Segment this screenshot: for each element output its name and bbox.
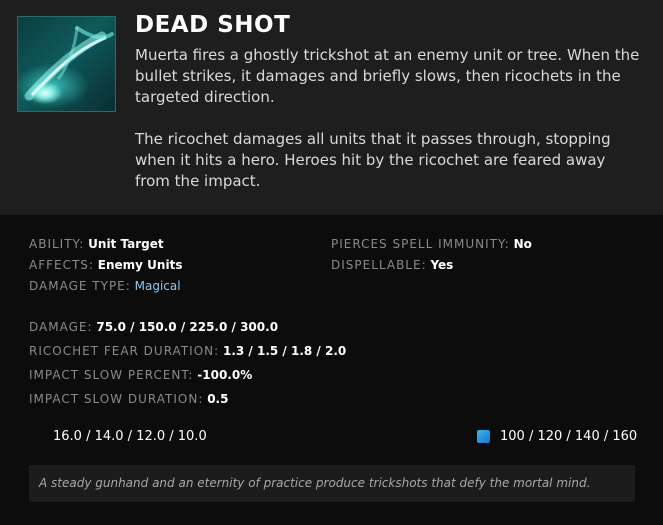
ability-header: DEAD SHOT Muerta fires a ghostly tricksh… xyxy=(0,0,663,215)
attribute-label: DAMAGE: xyxy=(29,320,93,334)
attribute-value: -100.0% xyxy=(197,368,253,382)
dispellable-row: DISPELLABLE: Yes xyxy=(331,257,453,273)
description-paragraph: Muerta fires a ghostly trickshot at an e… xyxy=(135,46,640,106)
damage-type-label: DAMAGE TYPE: xyxy=(29,279,131,293)
ability-tooltip: DEAD SHOT Muerta fires a ghostly tricksh… xyxy=(0,0,663,525)
affects-value: Enemy Units xyxy=(97,258,183,272)
ability-behavior-row: ABILITY: Unit Target xyxy=(29,236,164,252)
mana-cost: 100 / 120 / 140 / 160 xyxy=(477,429,637,444)
ability-behavior-label: ABILITY: xyxy=(29,237,85,251)
ghost-bullet-trail xyxy=(24,26,114,101)
mana-icon xyxy=(477,430,490,443)
affects-label: AFFECTS: xyxy=(29,258,94,272)
ability-title: DEAD SHOT xyxy=(135,12,291,38)
attribute-value: 0.5 xyxy=(207,392,229,406)
cooldown-value: 16.0 / 14.0 / 12.0 / 10.0 xyxy=(53,429,207,444)
ability-description: Muerta fires a ghostly trickshot at an e… xyxy=(135,45,640,192)
dispellable-label: DISPELLABLE: xyxy=(331,258,427,272)
damage-type-value: Magical xyxy=(134,279,181,293)
attribute-row-slow-duration: IMPACT SLOW DURATION: 0.5 xyxy=(29,391,228,407)
attribute-label: IMPACT SLOW PERCENT: xyxy=(29,368,194,382)
damage-type-row: DAMAGE TYPE: Magical xyxy=(29,278,181,294)
attribute-row-slow-percent: IMPACT SLOW PERCENT: -100.0% xyxy=(29,367,252,383)
dispellable-value: Yes xyxy=(430,258,454,272)
ability-behavior-value: Unit Target xyxy=(88,237,164,251)
affects-row: AFFECTS: Enemy Units xyxy=(29,257,182,273)
attribute-row-fear-duration: RICOCHET FEAR DURATION: 1.3 / 1.5 / 1.8 … xyxy=(29,343,346,359)
spell-immunity-row: PIERCES SPELL IMMUNITY: No xyxy=(331,236,532,252)
spell-immunity-value: No xyxy=(513,237,532,251)
dead-shot-icon xyxy=(17,16,116,112)
description-paragraph: The ricochet damages all units that it p… xyxy=(135,130,611,190)
attribute-label: RICOCHET FEAR DURATION: xyxy=(29,344,220,358)
mana-cost-value: 100 / 120 / 140 / 160 xyxy=(500,429,638,444)
attribute-row-damage: DAMAGE: 75.0 / 150.0 / 225.0 / 300.0 xyxy=(29,319,278,335)
attribute-label: IMPACT SLOW DURATION: xyxy=(29,392,204,406)
attribute-value: 75.0 / 150.0 / 225.0 / 300.0 xyxy=(96,320,279,334)
attribute-value: 1.3 / 1.5 / 1.8 / 2.0 xyxy=(223,344,347,358)
lore-text: A steady gunhand and an eternity of prac… xyxy=(29,465,635,502)
spell-immunity-label: PIERCES SPELL IMMUNITY: xyxy=(331,237,510,251)
